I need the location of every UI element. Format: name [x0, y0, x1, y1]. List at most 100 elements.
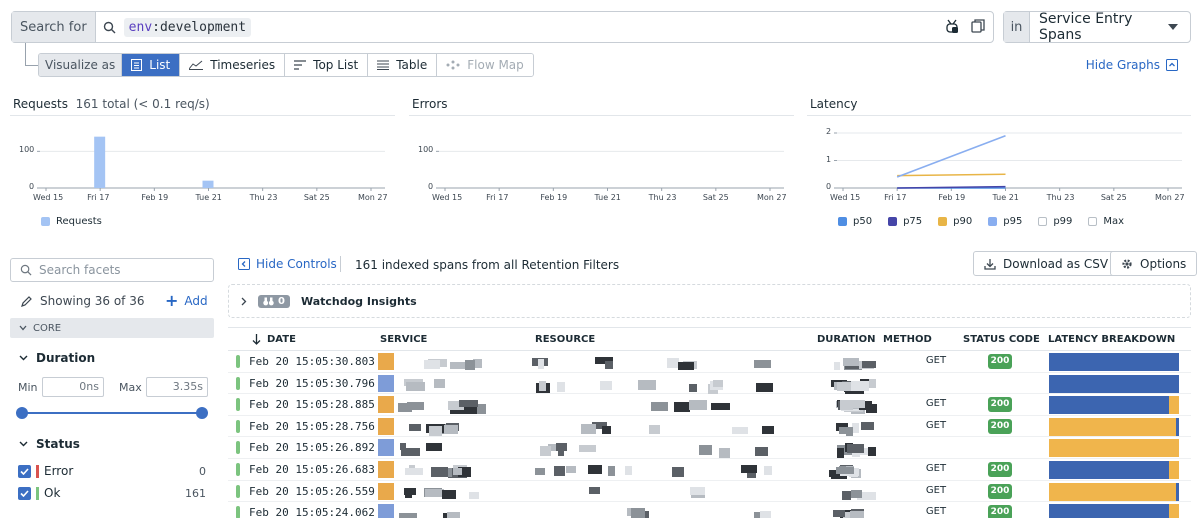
error-color-bar	[36, 464, 39, 478]
scope-value: Service Entry Spans	[1039, 11, 1133, 43]
x-tick-label: Sat 25	[1100, 193, 1127, 202]
search-query[interactable]: env:development	[123, 17, 252, 37]
latency-legend-item[interactable]: p50	[838, 216, 872, 227]
status-error-row[interactable]: Error 0	[18, 464, 206, 478]
redacted-block	[842, 490, 851, 500]
latency-legend-item[interactable]: Max	[1088, 216, 1124, 227]
viz-timeseries-button[interactable]: Timeseries	[180, 54, 286, 76]
checkbox-checked-icon[interactable]	[18, 486, 31, 500]
status-code-badge: 200	[988, 354, 1012, 369]
method-cell: GET	[925, 462, 947, 474]
status-indicator	[236, 462, 240, 476]
redacted-block	[762, 425, 774, 434]
table-row[interactable]: Feb 20 15:05:26.559 GET 200	[228, 481, 1191, 503]
duration-facet-header[interactable]: Duration	[19, 351, 95, 365]
pencil-icon[interactable]	[20, 295, 33, 308]
duration-max-input[interactable]: 3.35s	[146, 377, 208, 397]
facet-search-input[interactable]: Search facets	[10, 258, 214, 282]
table-row[interactable]: Feb 20 15:05:24.062 GET 200	[228, 502, 1191, 518]
hide-controls-link[interactable]: Hide Controls	[238, 257, 337, 271]
viz-toplist-button[interactable]: Top List	[285, 54, 369, 76]
options-button[interactable]: Options	[1110, 251, 1198, 276]
duration-slider-min-handle[interactable]	[16, 407, 28, 419]
service-column-header[interactable]: SERVICE	[380, 334, 427, 345]
latency-legend-item[interactable]: p75	[888, 216, 922, 227]
status-code-column-header[interactable]: STATUS CODE	[963, 334, 1040, 345]
duration-min-input[interactable]: 0ns	[42, 377, 104, 397]
y-tick-label: 100	[418, 145, 434, 155]
latency-legend-item[interactable]: p99	[1038, 216, 1072, 227]
redacted-block	[429, 425, 442, 436]
status-code-badge: 200	[988, 397, 1012, 413]
date-column-header[interactable]: DATE	[252, 334, 296, 345]
table-row[interactable]: Feb 20 15:05:30.796	[228, 373, 1191, 395]
status-ok-row[interactable]: Ok 161	[18, 486, 206, 500]
copy-icon[interactable]	[971, 18, 985, 36]
table-row[interactable]: Feb 20 15:05:26.892	[228, 437, 1191, 459]
viz-flowmap-button[interactable]: Flow Map	[437, 54, 533, 76]
duration-slider-max-handle[interactable]	[196, 407, 208, 419]
table-row[interactable]: Feb 20 15:05:28.885 GET 200	[228, 394, 1191, 416]
download-csv-button[interactable]: Download as CSV	[973, 251, 1120, 276]
redacted-block	[405, 489, 412, 498]
service-color-block	[378, 482, 394, 500]
scope-select[interactable]: in Service Entry Spans	[1003, 11, 1191, 43]
status-indicator	[236, 376, 240, 390]
viz-table-button[interactable]: Table	[368, 54, 438, 76]
latency-legend-item[interactable]: p95	[988, 216, 1022, 227]
bits-ai-icon[interactable]	[945, 18, 959, 37]
resource-column-header[interactable]: RESOURCE	[535, 334, 595, 345]
latency-segment-orange	[1049, 482, 1177, 501]
watchdog-count: 0	[278, 295, 285, 307]
method-column-header[interactable]: METHOD	[883, 334, 932, 345]
redacted-block	[756, 382, 773, 392]
x-tick-label: Wed 15	[432, 193, 463, 202]
method-cell: GET	[925, 355, 947, 366]
redacted-block	[398, 403, 412, 413]
latency-segment-blue	[1049, 374, 1179, 393]
redacted-block	[401, 448, 420, 457]
redacted-block	[843, 358, 859, 366]
latency-segment-blue	[1049, 353, 1179, 371]
x-tick-label: Sat 25	[702, 193, 729, 202]
watchdog-insights-panel[interactable]: 0 Watchdog Insights	[228, 284, 1191, 318]
status-indicator	[236, 419, 240, 433]
table-row[interactable]: Feb 20 15:05:30.803 GET 200	[228, 351, 1191, 373]
redacted-block	[847, 444, 864, 454]
duration-title: Duration	[36, 351, 96, 365]
redacted-block	[834, 362, 840, 370]
status-ok-count: 161	[185, 486, 206, 500]
table-row[interactable]: Feb 20 15:05:28.756 GET 200	[228, 416, 1191, 438]
method-cell: GET	[925, 484, 947, 496]
viz-list-button[interactable]: List	[122, 54, 181, 76]
status-indicator	[236, 398, 240, 412]
duration-slider-track[interactable]	[22, 412, 202, 414]
redacted-block	[672, 466, 684, 477]
viz-flowmap-label: Flow Map	[467, 58, 524, 72]
latency-legend-item[interactable]: p90	[938, 216, 972, 227]
method-cell: GET	[925, 398, 947, 410]
legend-label: Max	[1103, 216, 1125, 227]
add-facet-button[interactable]: + Add	[165, 293, 208, 309]
x-tick-label: Sat 25	[303, 193, 330, 202]
y-tick-label: 1	[826, 154, 832, 164]
chevron-down-icon	[19, 355, 28, 361]
core-section-header[interactable]: CORE	[10, 318, 214, 338]
status-facet-header[interactable]: Status	[19, 437, 80, 451]
status-indicator	[236, 484, 240, 498]
table-header: DATE SERVICE RESOURCE DURATION METHOD ST…	[228, 327, 1191, 351]
redacted-block	[535, 467, 545, 475]
y-tick-label: 0	[826, 182, 832, 191]
hide-graphs-link[interactable]: Hide Graphs	[1086, 58, 1178, 72]
table-row[interactable]: Feb 20 15:05:26.683 GET 200	[228, 459, 1191, 481]
redacted-block	[625, 465, 632, 475]
checkbox-checked-icon[interactable]	[18, 464, 31, 478]
search-bar[interactable]: Search for env:development	[11, 11, 994, 43]
duration-max-label: Max	[119, 381, 142, 394]
latency-breakdown-column-header[interactable]: LATENCY BREAKDOWN	[1048, 334, 1175, 345]
service-color-block	[378, 353, 394, 370]
duration-column-header[interactable]: DURATION	[817, 334, 876, 345]
latency-breakdown-bar	[1049, 353, 1179, 371]
requests-legend[interactable]: Requests	[41, 216, 102, 227]
redacted-block	[833, 510, 845, 518]
